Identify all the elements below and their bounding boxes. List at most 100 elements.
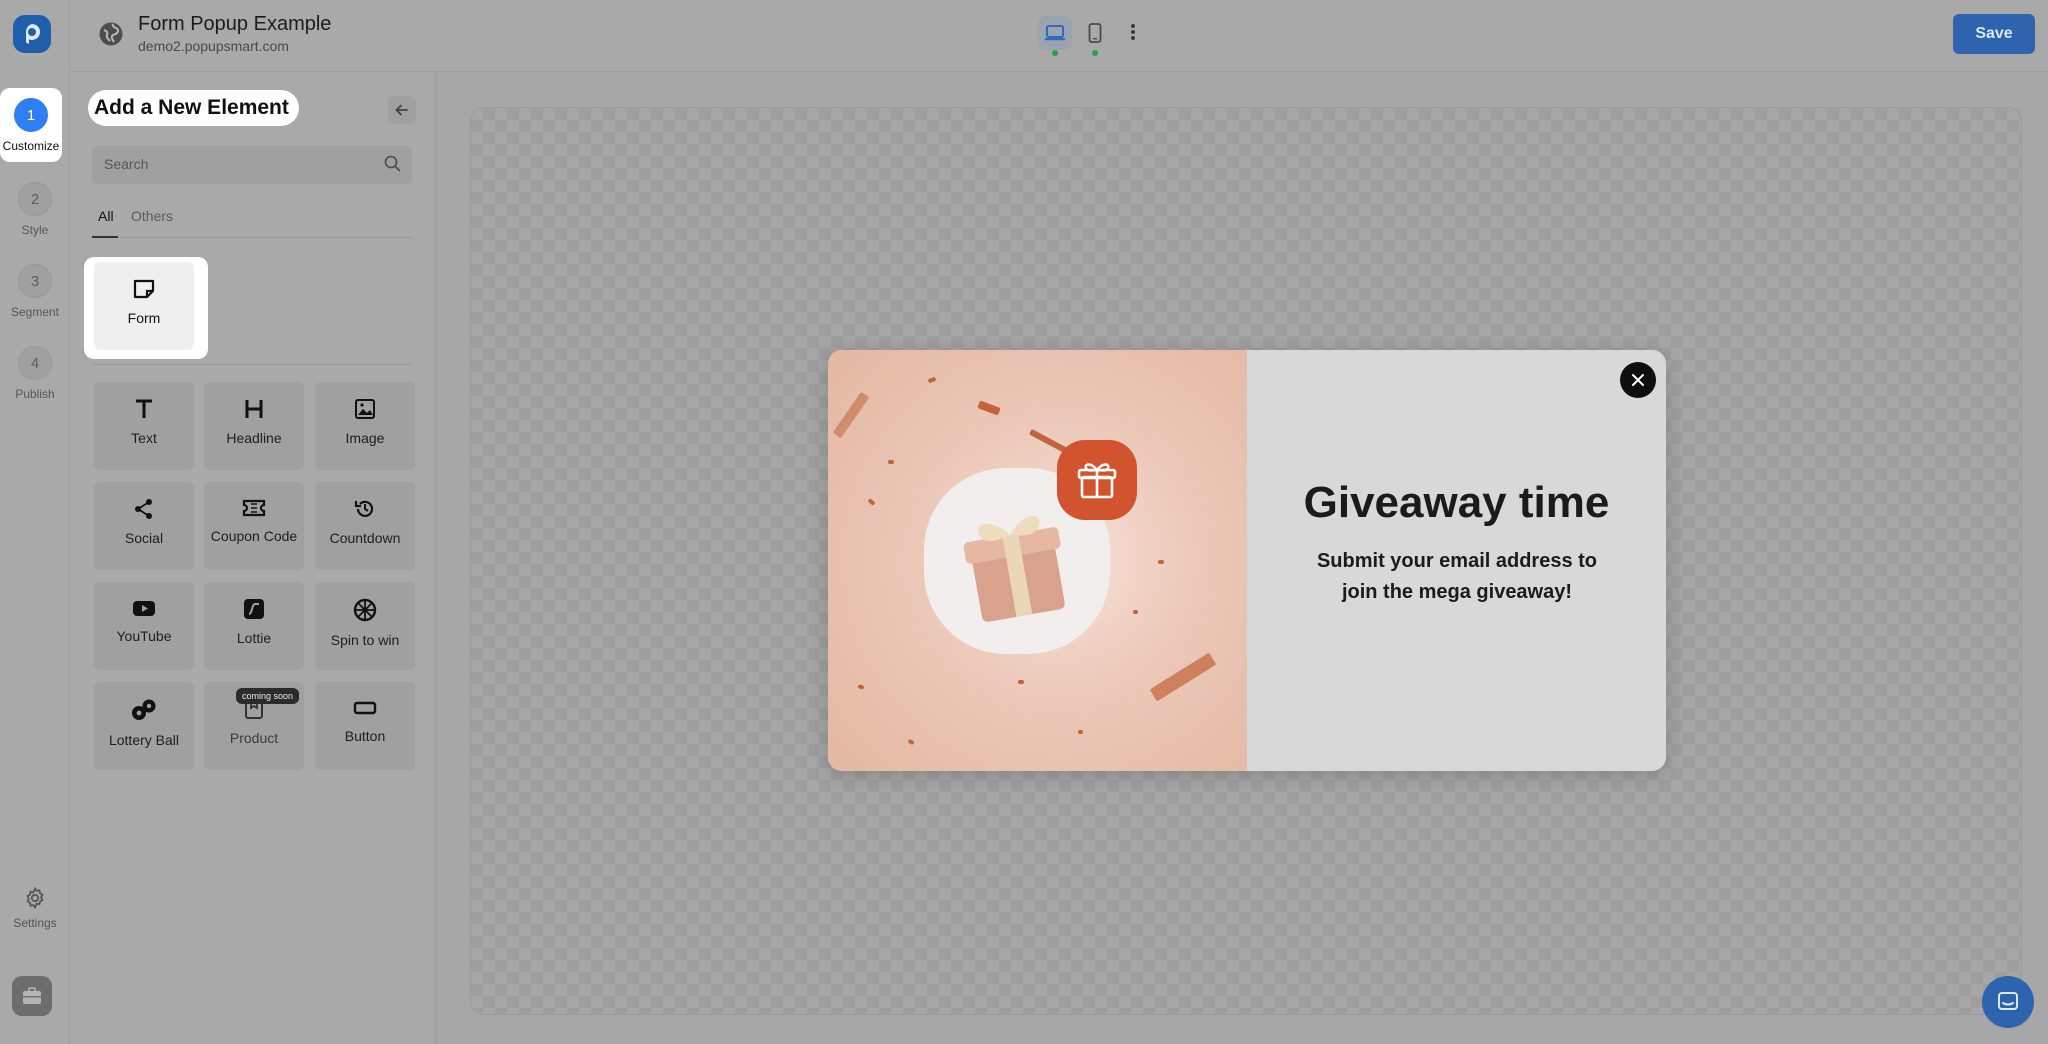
popup-preview[interactable]: Giveaway time Submit your email address …: [828, 350, 1666, 771]
step-label: Publish: [15, 387, 55, 401]
step-number: 2: [18, 182, 52, 216]
arrow-left-icon: [395, 104, 408, 116]
tile-label: Image: [345, 430, 385, 446]
popup-headline[interactable]: Giveaway time: [1247, 478, 1666, 528]
confetti-piece: [907, 738, 915, 746]
more-options-icon[interactable]: [1130, 22, 1136, 47]
step-publish[interactable]: 4 Publish: [0, 336, 70, 412]
tile-label: Social: [124, 530, 164, 546]
active-tab-indicator: [92, 236, 118, 238]
app-logo-icon[interactable]: [13, 15, 51, 53]
confetti-piece: [1078, 730, 1083, 734]
step-number: 3: [18, 264, 52, 298]
search-placeholder: Search: [104, 156, 149, 172]
confetti-piece: [857, 684, 865, 690]
mobile-view-button[interactable]: [1078, 16, 1112, 56]
element-tile-form[interactable]: Form: [94, 262, 194, 350]
element-tile-spin-to-win[interactable]: Spin to win: [315, 582, 415, 670]
text-icon: [136, 399, 152, 418]
step-number: 4: [18, 346, 52, 380]
tile-label: Spin to win: [330, 632, 400, 648]
settings-label: Settings: [13, 916, 57, 930]
button-icon: [353, 701, 377, 715]
globe-icon: [98, 21, 124, 52]
section-divider: [92, 364, 412, 365]
share-icon: [135, 499, 152, 519]
element-tile-lottie[interactable]: Lottie: [204, 582, 304, 670]
confetti-piece: [927, 376, 937, 384]
tab-all[interactable]: All: [98, 208, 114, 224]
confetti-piece: [977, 400, 1001, 416]
element-tile-text[interactable]: Text: [94, 382, 194, 470]
popup-content-section: Giveaway time Submit your email address …: [1247, 350, 1666, 771]
image-icon: [355, 399, 375, 419]
confetti-piece: [1028, 428, 1068, 454]
confetti-piece: [867, 498, 876, 506]
add-element-panel: Add a New Element Search All Others Form…: [70, 72, 436, 1044]
form-icon: [133, 279, 155, 299]
tile-label: Countdown: [329, 530, 401, 546]
close-icon: [1632, 374, 1644, 386]
tile-label: Button: [344, 728, 386, 744]
step-number: 1: [14, 98, 48, 132]
tile-label: Coupon Code: [210, 528, 298, 544]
element-tile-social[interactable]: Social: [94, 482, 194, 570]
tile-label: Form: [127, 310, 161, 326]
element-tile-image[interactable]: Image: [315, 382, 415, 470]
tile-label: Lottery Ball: [108, 732, 180, 748]
active-indicator: [1052, 50, 1058, 56]
save-button[interactable]: Save: [1953, 14, 2035, 54]
confetti-piece: [1133, 610, 1138, 614]
panel-title: Add a New Element: [88, 90, 299, 126]
tile-label: Lottie: [236, 630, 272, 646]
settings-button[interactable]: Settings: [0, 886, 70, 930]
step-segment[interactable]: 3 Segment: [0, 254, 70, 330]
confetti-piece: [1149, 652, 1217, 702]
tab-others[interactable]: Others: [131, 208, 173, 224]
search-icon[interactable]: [384, 155, 401, 177]
youtube-icon: [133, 601, 155, 616]
element-tile-lottery-ball[interactable]: Lottery Ball: [94, 682, 194, 770]
history-icon: [354, 500, 374, 517]
ticket-icon: [242, 499, 266, 517]
confetti-piece: [832, 391, 870, 439]
element-tile-button[interactable]: Button: [315, 682, 415, 770]
phone-icon: [1088, 23, 1102, 43]
confetti-piece: [888, 460, 894, 464]
wheel-icon: [353, 598, 377, 622]
step-label: Segment: [10, 305, 60, 319]
desktop-view-button[interactable]: [1038, 16, 1072, 56]
briefcase-icon: [23, 987, 41, 1004]
tile-label: YouTube: [116, 628, 172, 644]
gear-icon: [26, 886, 44, 910]
laptop-icon: [1045, 25, 1065, 41]
confetti-piece: [1018, 680, 1024, 684]
lottie-icon: [244, 599, 264, 619]
chat-widget-button[interactable]: [1982, 976, 2034, 1028]
headline-icon: [245, 400, 263, 418]
popup-close-button[interactable]: [1620, 362, 1656, 398]
chat-icon: [1998, 992, 2018, 1010]
tabs-divider: [92, 237, 412, 238]
left-rail: 1 Customize 2 Style 3 Segment 4 Publish …: [0, 0, 70, 1044]
popup-image-section: [828, 350, 1247, 771]
tile-label: Headline: [226, 430, 282, 446]
coming-soon-badge: coming soon: [236, 688, 300, 704]
gift-icon: [1057, 440, 1137, 520]
element-tile-countdown[interactable]: Countdown: [315, 482, 415, 570]
collapse-panel-button[interactable]: [388, 96, 416, 124]
step-style[interactable]: 2 Style: [0, 172, 70, 248]
briefcase-button[interactable]: [12, 976, 52, 1016]
element-tile-coupon-code[interactable]: Coupon Code: [204, 482, 304, 570]
element-tile-youtube[interactable]: YouTube: [94, 582, 194, 670]
step-label: Customize: [2, 139, 60, 153]
confetti-piece: [1158, 560, 1164, 564]
step-customize[interactable]: 1 Customize: [0, 88, 62, 162]
lottery-ball-icon: [132, 699, 156, 720]
element-tile-headline[interactable]: Headline: [204, 382, 304, 470]
top-bar: Form Popup Example demo2.popupsmart.com …: [70, 0, 2048, 72]
tile-label: Product: [229, 730, 279, 746]
popup-description[interactable]: Submit your email address to join the me…: [1297, 546, 1617, 608]
page-title: Form Popup Example: [138, 13, 332, 35]
active-indicator: [1092, 50, 1098, 56]
